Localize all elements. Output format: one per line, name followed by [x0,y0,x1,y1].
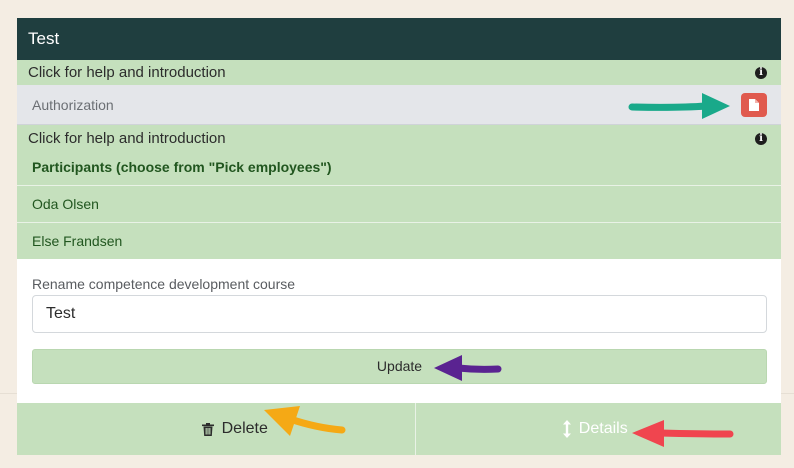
course-card: Test Click for help and introduction i A… [17,18,781,455]
rename-form: Rename competence development course Upd… [17,259,781,399]
participants-section: Click for help and introduction i Partic… [17,125,781,259]
info-icon: i [755,66,767,79]
participant-item: Oda Olsen [17,186,781,223]
rename-input[interactable] [32,295,767,333]
authorization-row: Authorization [17,85,781,125]
help-intro-label: Click for help and introduction [28,130,226,147]
vertical-arrows-icon [562,420,571,438]
details-label: Details [578,420,628,437]
help-intro-toggle-second[interactable]: Click for help and introduction i [17,125,781,152]
update-button[interactable]: Update [32,349,767,384]
authorization-label: Authorization [32,96,114,113]
delete-label: Delete [221,420,268,437]
page: Test Click for help and introduction i A… [0,0,794,468]
authorization-document-button[interactable] [741,92,767,117]
card-footer: Delete Details [17,403,781,455]
card-title: Test [17,18,781,60]
participants-heading: Participants (choose from "Pick employee… [17,152,781,186]
help-intro-toggle-top[interactable]: Click for help and introduction i [17,60,781,85]
document-icon [749,98,759,111]
rename-label: Rename competence development course [32,276,296,292]
trash-icon [201,422,214,436]
help-intro-label: Click for help and introduction [28,64,226,81]
delete-button[interactable]: Delete [17,403,416,455]
participant-item: Else Frandsen [32,233,123,249]
info-icon: i [755,132,767,145]
details-button[interactable]: Details [416,403,782,455]
